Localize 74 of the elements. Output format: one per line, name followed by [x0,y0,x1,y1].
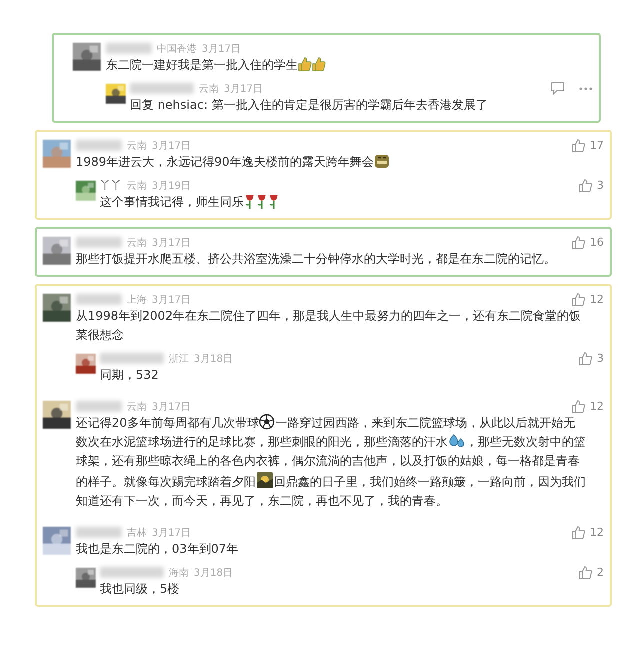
comment-location: 上海 [127,294,147,306]
comment-location: 中国香港 [157,42,197,56]
thumbs-up-icon [298,57,312,72]
like-icon[interactable] [579,566,593,580]
water-drops-icon [448,433,466,449]
comment-date: 3月17日 [152,526,192,540]
rose-icon [268,193,280,209]
like-count: 12 [590,293,604,306]
comment-location: 云南 [127,140,147,152]
comment-text: 这个事情我记得，师生同乐 [100,195,244,209]
comment-date: 3月18日 [194,352,234,366]
rose-icon [244,193,256,209]
comment-text: 那些打饭提开水爬五楼、挤公共浴室洗澡二十分钟停水的大学时光，都是在东二院的记忆。 [76,252,556,266]
blurred-user-name [76,401,122,412]
comment-location: 吉林 [127,526,147,540]
like-count: 3 [597,179,604,192]
blurred-user-name [100,567,164,578]
like-icon[interactable] [572,138,586,152]
comment-date: 3月18日 [194,566,234,580]
laughing-face-icon [374,153,390,169]
comment-location: 云南 [127,236,147,250]
comment-location: 云南 [127,400,147,414]
comment-text: 东二院一建好我是第一批入住的学生 [106,58,298,72]
comment-date: 3月17日 [202,42,242,56]
comment-text: 1989年进云大，永远记得90年逸夫楼前的露天跨年舞会 [76,155,374,169]
comment-date: 3月17日 [152,236,192,250]
comment-text: 一路穿过园西路，来到东二院篮球场，从此以后就开始无 [275,416,576,430]
comment-text: 知道还有下一次，而今天，再见了，东二院，再也不见了，我的青春。 [76,494,448,508]
comment-location: 浙江 [169,352,189,366]
comment-text: 我也是东二院的，03年到07年 [76,542,239,556]
blurred-user-name [76,527,122,538]
soccer-ball-icon [259,414,276,430]
like-icon[interactable] [572,236,586,250]
like-count: 3 [597,352,604,365]
comment-date: 3月17日 [152,294,192,306]
like-icon[interactable] [579,352,593,366]
like-count: 16 [590,236,604,249]
comment-icon[interactable] [551,82,565,95]
more-icon[interactable] [579,86,593,90]
comment-text: 回复 nehsiac: 第一批入住的肯定是很厉害的学霸后年去香港发展了 [130,98,488,112]
blurred-user-name [76,140,122,151]
comment-text: 我也同级，5楼 [100,582,180,596]
rose-icon [256,193,268,209]
like-icon[interactable] [572,400,586,414]
blurred-user-name [100,353,164,364]
comment-location: 海南 [169,566,189,580]
like-icon[interactable] [572,292,586,306]
like-icon[interactable] [572,526,586,540]
comment-text: 从1998年到2002年在东二院住了四年，那是我人生中最努力的四年之一，还有东二院食堂的饭菜很想念 [76,309,582,342]
comment-text: ，那些无数次射中的篮 [466,435,586,449]
comment-text: 还记得20多年前每周都有几次带球 [76,416,260,430]
like-count: 12 [590,400,604,413]
comment-text: 数次在水泥篮球场进行的足球比赛，那些刺眼的阳光，那些滴落的汗水 [76,435,448,449]
comment-date: 3月17日 [152,400,192,414]
comment-text: 同期，532 [100,368,159,382]
thumbs-up-icon [312,57,326,72]
blurred-user-name [76,294,122,305]
user-name[interactable]: 丫丫 [100,178,122,193]
comment-date: 3月17日 [224,82,264,96]
blurred-user-name [76,237,122,248]
comment-location: 云南 [199,82,219,96]
sunset-icon [256,471,274,489]
comment-location: 云南 [127,180,147,192]
like-count: 17 [590,139,604,152]
comment-text: 的样子。就像每次踢完球踏着夕阳 [76,475,256,489]
comment-date: 3月17日 [152,140,192,152]
comment-text: 球架，还有那些晾衣绳上的各色内衣裤，偶尔流淌的吉他声，以及打饭的姑娘，每一格都是青春 [76,454,580,468]
blurred-user-name [106,43,152,54]
comment-date: 3月19日 [152,180,192,192]
like-count: 12 [590,526,604,539]
comment-text: 回鼎鑫的日子里，我们始终一路颠簸，一路向前，因为我们 [274,475,586,489]
like-icon[interactable] [579,178,593,192]
like-count: 2 [597,566,604,579]
blurred-user-name [130,83,194,94]
